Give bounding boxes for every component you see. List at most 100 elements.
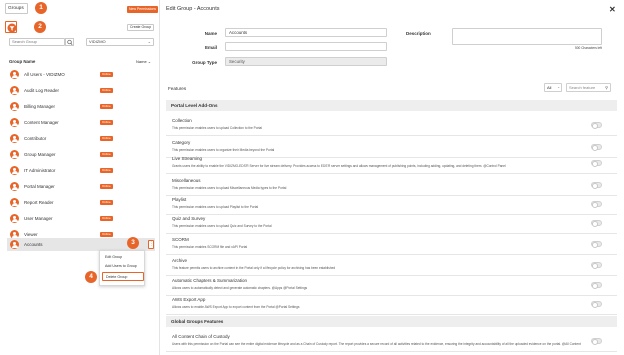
global-features-section: Global Groups Features: [166, 316, 617, 327]
portal-select-value: VIDIZMO: [89, 39, 106, 44]
features-search-input[interactable]: Search feature ⚲: [566, 83, 611, 92]
feature-toggle[interactable]: [591, 301, 602, 308]
group-row[interactable]: IT Administrator Online: [7, 164, 155, 177]
delete-group-menu-item[interactable]: Delete Group: [102, 272, 144, 281]
portal-addons-section: Portal Level Add-Ons: [166, 100, 617, 111]
search-button[interactable]: [65, 38, 74, 46]
group-avatar-icon: [10, 70, 19, 79]
feature-title: SCORM: [172, 237, 189, 242]
section-title: Global Groups Features: [171, 319, 224, 324]
status-badge: Online: [100, 104, 113, 109]
feature-row: Quiz and Survey This permission enables …: [166, 212, 617, 234]
close-icon[interactable]: ✕: [609, 5, 616, 14]
step-marker-3: 3: [127, 237, 139, 249]
group-name: Content Manager: [24, 120, 59, 125]
group-name: Contributor: [24, 136, 47, 141]
feature-title: Miscellaneous: [172, 178, 201, 183]
feature-toggle[interactable]: [591, 282, 602, 289]
more-options-icon[interactable]: ⋮: [148, 240, 154, 249]
group-row[interactable]: Report Reader Online: [7, 196, 155, 209]
group-name: Accounts: [24, 242, 43, 247]
step-marker-1: 1: [35, 2, 47, 14]
feature-description: Allows users to enable AWS Export App to…: [172, 305, 300, 309]
feature-title: Playlist: [172, 197, 187, 202]
status-badge: Online: [100, 168, 113, 173]
sort-by-name[interactable]: Name ⌄: [136, 59, 151, 64]
feature-toggle[interactable]: [591, 262, 602, 269]
name-label: Name: [204, 31, 217, 36]
group-row[interactable]: Group Manager Online: [7, 148, 155, 161]
add-users-menu-item[interactable]: Add Users to Group: [105, 264, 137, 268]
group-row[interactable]: Audit Log Reader Online: [7, 84, 155, 97]
group-avatar-icon: [10, 134, 19, 143]
feature-toggle[interactable]: [591, 338, 602, 345]
group-name: Viewer: [24, 232, 38, 237]
search-icon: ⚲: [605, 85, 608, 90]
status-badge: Online: [100, 72, 113, 77]
feature-description: Allows users to automatically detect and…: [172, 286, 308, 290]
group-avatar-icon: [10, 240, 19, 249]
new-permissions-button[interactable]: New Permissions: [127, 6, 159, 13]
group-row[interactable]: Portal Manager Online: [7, 180, 155, 193]
group-name: Report Reader: [24, 200, 54, 205]
delete-group-label: Delete Group: [106, 275, 128, 279]
feature-title: Archive: [172, 258, 188, 263]
create-group-button[interactable]: Create Group: [127, 24, 155, 31]
status-badge: Online: [100, 232, 113, 237]
search-group-input[interactable]: Search Group: [9, 38, 65, 46]
feature-description: Users with this permission on the Portal…: [172, 342, 581, 346]
step-marker-4: 4: [85, 271, 97, 283]
feature-toggle[interactable]: [591, 122, 602, 129]
filter-button[interactable]: [5, 21, 17, 33]
feature-toggle[interactable]: [591, 201, 602, 208]
groups-tab[interactable]: Groups: [5, 3, 28, 14]
feature-title: All Content Chain of Custody: [172, 334, 230, 339]
feature-row: AWS Export App Allows users to enable AW…: [166, 293, 617, 315]
filter-icon: [7, 23, 17, 33]
feature-toggle[interactable]: [591, 220, 602, 227]
feature-row: Archive This feature permits users to ar…: [166, 254, 617, 276]
email-input[interactable]: [225, 42, 387, 51]
group-row[interactable]: Content Manager Online: [7, 116, 155, 129]
status-badge: Online: [100, 216, 113, 221]
feature-toggle[interactable]: [591, 182, 602, 189]
group-avatar-icon: [10, 118, 19, 127]
feature-row: All Content Chain of Custody Users with …: [166, 330, 617, 352]
panel-title: Edit Group - Accounts: [166, 6, 220, 12]
portal-select[interactable]: VIDIZMO ⌄: [86, 38, 154, 46]
group-type-field: Security: [225, 57, 387, 66]
group-row[interactable]: User Manager Online: [7, 212, 155, 225]
feature-toggle[interactable]: [591, 241, 602, 248]
group-name: Billing Manager: [24, 104, 56, 109]
status-badge: Online: [100, 184, 113, 189]
email-label: Email: [204, 45, 217, 50]
group-name: All Users - VIDIZMO: [24, 72, 65, 77]
features-search-placeholder: Search feature: [569, 85, 596, 90]
feature-title: Live Streaming: [172, 156, 203, 161]
group-avatar-icon: [10, 86, 19, 95]
feature-description: This permission enables users to upload …: [172, 224, 272, 228]
group-type-label: Group Type: [192, 60, 217, 65]
group-avatar-icon: [10, 150, 19, 159]
group-row[interactable]: Contributor Online: [7, 132, 155, 145]
group-name: User Manager: [24, 216, 53, 221]
group-row[interactable]: All Users - VIDIZMO Online: [7, 68, 155, 81]
group-avatar-icon: [10, 102, 19, 111]
feature-toggle[interactable]: [591, 144, 602, 151]
features-filter-value: All: [547, 85, 552, 90]
feature-row: Live Streaming Grants users the ability …: [166, 152, 617, 174]
feature-description: This permission enables SCORM file and x…: [172, 245, 248, 249]
description-textarea[interactable]: [452, 28, 602, 45]
name-input[interactable]: Accounts: [225, 28, 387, 37]
edit-group-panel: Edit Group - Accounts ✕ Name Accounts Em…: [161, 0, 624, 355]
groups-panel: Groups New Permissions Create Group Sear…: [0, 0, 160, 355]
features-filter-select[interactable]: All ⌄: [544, 83, 562, 92]
edit-group-menu-item[interactable]: Edit Group: [105, 255, 122, 259]
feature-title: Quiz and Survey: [172, 216, 206, 221]
group-avatar-icon: [10, 166, 19, 175]
feature-toggle[interactable]: [591, 160, 602, 167]
group-name: Audit Log Reader: [24, 88, 60, 93]
group-row[interactable]: Billing Manager Online: [7, 100, 155, 113]
chevron-down-icon: ⌄: [557, 85, 560, 89]
group-name: Portal Manager: [24, 184, 55, 189]
